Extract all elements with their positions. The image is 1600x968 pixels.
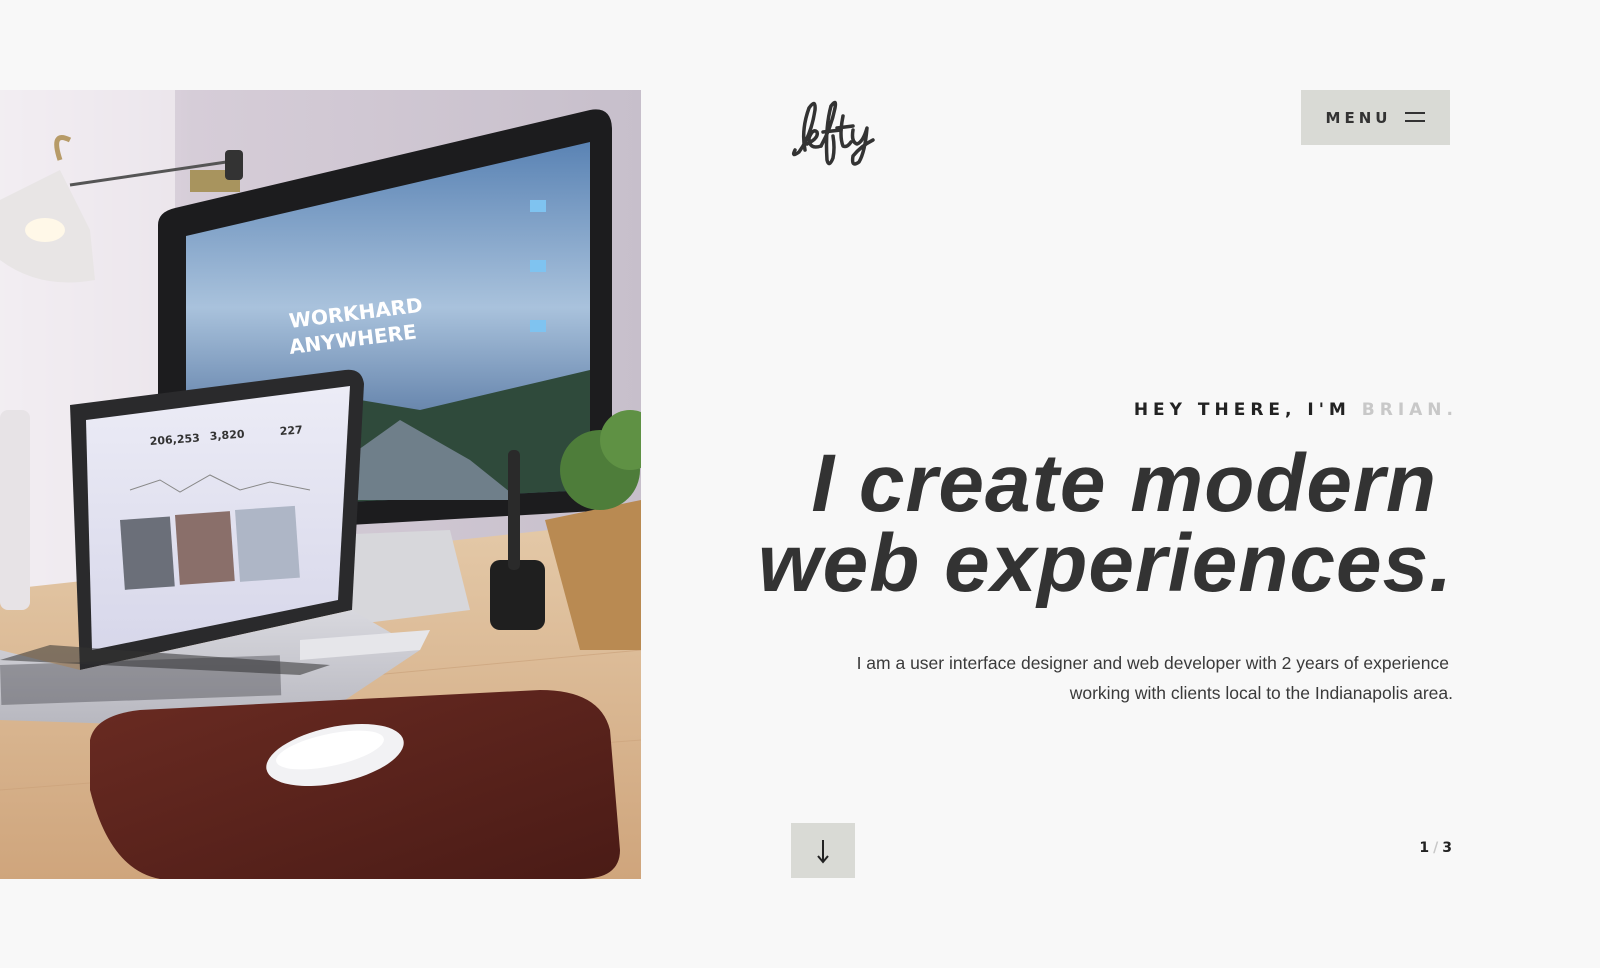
bio: I am a user interface designer and web d… [753,648,1453,708]
headline-line-2: web experiences. [757,518,1453,609]
lefty-logo-icon [791,100,875,166]
laptop-stat-2: 3,820 [209,428,245,443]
laptop-stat-3: 227 [279,423,303,438]
scroll-down-button[interactable] [791,823,855,878]
greeting: HEY THERE, I'M BRIAN. [753,398,1458,422]
logo[interactable]: lefty [789,88,893,168]
hero-image: WORKHARD ANYWHERE 206,253 3,820 227 [0,90,641,879]
slide-pager: 1/3 [1419,840,1453,856]
greeting-prefix: HEY THERE, I'M [1133,400,1351,420]
menu-button[interactable]: MENU [1301,90,1450,145]
greeting-name: BRIAN. [1361,400,1458,420]
pager-total: 3 [1442,840,1453,856]
menu-label: MENU [1325,108,1392,127]
hamburger-icon [1405,111,1426,124]
arrow-down-icon [817,839,829,864]
bio-line-1: I am a user interface designer and web d… [856,653,1449,673]
intro-section: HEY THERE, I'M BRIAN. I create modern we… [753,398,1453,708]
headline-line-1: I create modern [811,438,1437,529]
bio-line-2: working with clients local to the Indian… [1069,683,1453,703]
headline: I create modern web experiences. [753,438,1453,609]
pager-current: 1 [1419,840,1431,856]
pager-separator: / [1433,840,1440,856]
